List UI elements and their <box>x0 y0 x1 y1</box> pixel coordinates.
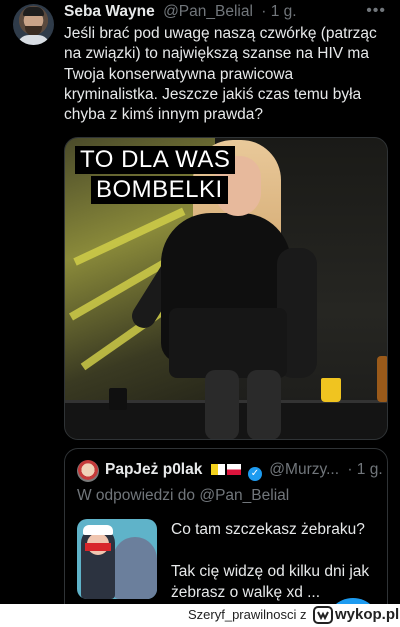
avatar-shirt <box>17 35 50 45</box>
verified-badge-icon: ✓ <box>247 467 262 481</box>
poland-flag-icon <box>226 464 241 475</box>
vatican-flag-icon <box>210 464 225 475</box>
quoted-text-line2: Tak cię widzę od kilku dni jak żebrasz o… <box>171 563 370 601</box>
media-caption-line2: BOMBELKI <box>91 176 228 204</box>
quoted-tweet[interactable]: PapJeż p0lak ✓ @Murzy... · 1 g. W odpowi… <box>64 448 388 618</box>
quoted-author-avatar <box>77 460 99 482</box>
cartoon-glasses <box>85 543 111 551</box>
tweet-header: Seba Wayne @Pan_Belial · 1 g. <box>64 3 384 23</box>
tweet-media[interactable]: TO DLA WAS BOMBELKI <box>64 137 388 440</box>
reply-prefix: W odpowiedzi do <box>77 487 196 504</box>
quoted-time-separator: · <box>347 461 353 478</box>
tweet-time[interactable]: 1 g. <box>271 3 297 20</box>
author-name[interactable]: Seba Wayne <box>64 3 155 20</box>
watermark-username: Szeryf_prawilnosci <box>188 607 297 622</box>
quoted-author-handle: @Murzy... <box>269 461 339 478</box>
cartoon-hat <box>83 525 113 535</box>
media-caption-line1: TO DLA WAS <box>75 146 236 174</box>
media-bottle <box>377 356 387 402</box>
media-leg-right <box>247 370 281 439</box>
wykop-logo-icon <box>313 606 333 624</box>
watermark-connector: z <box>300 607 307 622</box>
reply-mention: @Pan_Belial <box>199 487 290 504</box>
watermark-user: Szeryf_prawilnosci z <box>188 607 307 622</box>
quoted-tweet-time: 1 g. <box>356 461 383 478</box>
tweet-text: Jeśli brać pod uwagę naszą czwórkę (patr… <box>64 25 377 124</box>
tweet[interactable]: Seba Wayne @Pan_Belial · 1 g. ••• Jeśli … <box>0 0 400 618</box>
media-glass <box>109 388 127 410</box>
cartoon-cat <box>113 537 157 599</box>
avatar-cap <box>23 7 44 16</box>
quoted-tweet-header: PapJeż p0lak ✓ @Murzy... · 1 g. <box>105 461 383 481</box>
author-handle[interactable]: @Pan_Belial <box>163 3 253 20</box>
quoted-author-name: PapJeż p0lak <box>105 461 203 478</box>
media-skirt <box>169 308 287 378</box>
media-leg-left <box>205 370 239 439</box>
quoted-tweet-text: Co tam szczekasz żebraku? Tak cię widzę … <box>171 519 381 603</box>
time-separator: · <box>261 3 267 20</box>
author-avatar[interactable] <box>13 4 54 45</box>
reply-context: W odpowiedzi do @Pan_Belial <box>77 487 289 505</box>
quoted-tweet-image <box>77 519 157 599</box>
more-options-icon[interactable]: ••• <box>366 2 386 20</box>
watermark-site: wykop.pl <box>335 606 400 623</box>
media-cup <box>321 378 341 402</box>
quoted-text-line1: Co tam szczekasz żebraku? <box>171 521 365 538</box>
